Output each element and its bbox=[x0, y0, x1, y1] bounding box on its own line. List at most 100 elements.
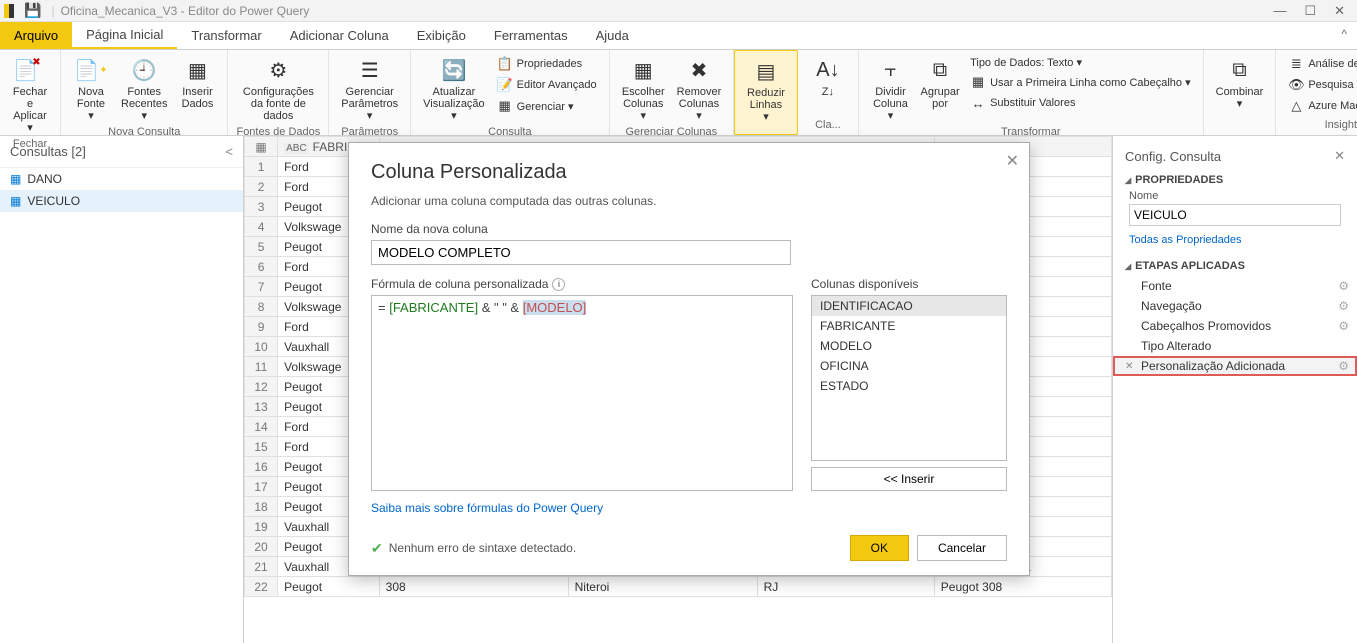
close-window-icon[interactable]: ✕ bbox=[1334, 3, 1345, 19]
steps-section-title: ETAPAS APLICADAS bbox=[1113, 254, 1357, 276]
table-icon: ▦ bbox=[10, 194, 21, 208]
applied-step[interactable]: Tipo Alterado bbox=[1113, 336, 1357, 356]
text-analytics-button[interactable]: ≣Análise de Texto bbox=[1284, 54, 1357, 74]
combine-button[interactable]: ⧉ Combinar ▾ bbox=[1212, 54, 1268, 112]
learn-more-link[interactable]: Saiba mais sobre fórmulas do Power Query bbox=[371, 501, 1007, 515]
replace-values-button[interactable]: ↔Substituir Valores bbox=[966, 93, 1195, 113]
manage-icon: ▦ bbox=[497, 98, 513, 114]
vision-button[interactable]: 👁Pesquisa Visual bbox=[1284, 75, 1357, 95]
insert-data-button[interactable]: ▦ Inserir Dados bbox=[175, 54, 219, 112]
formula-input[interactable]: = [FABRICANTE] & " " & [MODELO] bbox=[371, 295, 793, 491]
cancel-button[interactable]: Cancelar bbox=[917, 535, 1007, 561]
applied-step[interactable]: Navegação⚙ bbox=[1113, 296, 1357, 316]
tab-view[interactable]: Exibição bbox=[403, 22, 480, 49]
tab-home[interactable]: Página Inicial bbox=[72, 22, 177, 49]
groupby-icon: ⧉ bbox=[926, 56, 954, 84]
tab-tools[interactable]: Ferramentas bbox=[480, 22, 582, 49]
minimize-icon[interactable]: — bbox=[1273, 3, 1286, 19]
dialog-description: Adicionar uma coluna computada das outra… bbox=[371, 194, 1007, 208]
available-column-item[interactable]: FABRICANTE bbox=[812, 316, 1006, 336]
available-columns-list[interactable]: IDENTIFICACAOFABRICANTEMODELOOFICINAESTA… bbox=[811, 295, 1007, 461]
remove-columns-button[interactable]: ✖ Remover Colunas ▾ bbox=[673, 54, 725, 124]
newcol-name-input[interactable] bbox=[371, 240, 791, 265]
group-by-button[interactable]: ⧉ Agrupar por bbox=[918, 54, 962, 112]
close-settings-icon[interactable]: ✕ bbox=[1334, 148, 1345, 164]
check-icon: ✔ bbox=[371, 540, 383, 557]
ribbon-collapse-icon[interactable]: ^ bbox=[1331, 22, 1357, 49]
properties-button[interactable]: 📋Propriedades bbox=[493, 54, 601, 74]
app-logo bbox=[4, 4, 14, 18]
query-settings-panel: Config. Consulta ✕ PROPRIEDADES Nome Tod… bbox=[1113, 136, 1357, 643]
queries-panel: Consultas [2] < ▦DANO▦VEICULO bbox=[0, 136, 244, 643]
dialog-title: Coluna Personalizada bbox=[371, 161, 1007, 184]
dialog-close-icon[interactable]: ✕ bbox=[1006, 151, 1019, 171]
applied-step[interactable]: Fonte⚙ bbox=[1113, 276, 1357, 296]
tab-file[interactable]: Arquivo bbox=[0, 22, 72, 49]
params-icon: ☰ bbox=[356, 56, 384, 84]
tab-transform[interactable]: Transformar bbox=[177, 22, 275, 49]
replace-icon: ↔ bbox=[970, 95, 986, 111]
refresh-preview-button[interactable]: 🔄 Atualizar Visualização ▾ bbox=[419, 54, 489, 124]
all-properties-link[interactable]: Todas as Propriedades bbox=[1113, 232, 1357, 254]
properties-icon: 📋 bbox=[497, 56, 513, 72]
combine-icon: ⧉ bbox=[1225, 56, 1253, 84]
name-label: Nome bbox=[1113, 190, 1357, 202]
first-row-header-button[interactable]: ▦Usar a Primeira Linha como Cabeçalho ▾ bbox=[966, 72, 1195, 92]
applied-step[interactable]: Cabeçalhos Promovidos⚙ bbox=[1113, 316, 1357, 336]
titlebar: 💾 | Oficina_Mecanica_V3 - Editor do Powe… bbox=[0, 0, 1357, 22]
query-item[interactable]: ▦VEICULO bbox=[0, 190, 243, 212]
menu-tabs: Arquivo Página Inicial Transformar Adici… bbox=[0, 22, 1357, 50]
step-settings-icon[interactable]: ⚙ bbox=[1338, 279, 1349, 293]
tab-help[interactable]: Ajuda bbox=[582, 22, 643, 49]
maximize-icon[interactable]: ☐ bbox=[1304, 3, 1316, 19]
available-column-item[interactable]: ESTADO bbox=[812, 376, 1006, 396]
new-source-icon: 📄✦ bbox=[77, 56, 105, 84]
choose-columns-button[interactable]: ▦ Escolher Colunas ▾ bbox=[618, 54, 669, 124]
step-settings-icon[interactable]: ⚙ bbox=[1338, 299, 1349, 313]
close-apply-icon: 📄✖ bbox=[16, 56, 44, 84]
datatype-button[interactable]: Tipo de Dados: Texto ▾ bbox=[966, 54, 1195, 71]
azure-ml-button[interactable]: △Azure Machine Learning bbox=[1284, 96, 1357, 116]
manage-button[interactable]: ▦Gerenciar ▾ bbox=[493, 96, 601, 116]
recent-icon: 🕘 bbox=[130, 56, 158, 84]
step-settings-icon[interactable]: ⚙ bbox=[1338, 359, 1349, 373]
delete-step-icon[interactable]: ✕ bbox=[1125, 361, 1133, 372]
remove-cols-icon: ✖ bbox=[685, 56, 713, 84]
query-item[interactable]: ▦DANO bbox=[0, 168, 243, 190]
advanced-editor-button[interactable]: 📝Editor Avançado bbox=[493, 75, 601, 95]
group-sort-label: Cla... bbox=[806, 117, 850, 133]
ok-button[interactable]: OK bbox=[850, 535, 909, 561]
collapse-icon[interactable]: < bbox=[225, 144, 233, 159]
applied-step[interactable]: ✕Personalização Adicionada⚙ bbox=[1113, 356, 1357, 376]
reduce-rows-button[interactable]: ▤ Reduzir Linhas ▾ bbox=[743, 55, 789, 125]
separator: | bbox=[51, 4, 54, 18]
corner-cell[interactable]: ▦ bbox=[245, 137, 278, 157]
formula-label: Fórmula de coluna personalizadai bbox=[371, 277, 793, 291]
properties-section-title: PROPRIEDADES bbox=[1113, 168, 1357, 190]
insert-column-button[interactable]: << Inserir bbox=[811, 467, 1007, 491]
editor-icon: 📝 bbox=[497, 77, 513, 93]
sort-button[interactable]: A↓ Z↓ bbox=[806, 54, 850, 100]
azure-ml-icon: △ bbox=[1288, 98, 1304, 114]
split-column-button[interactable]: ⫟ Dividir Coluna ▾ bbox=[867, 54, 914, 124]
save-icon[interactable]: 💾 bbox=[24, 2, 41, 19]
available-column-item[interactable]: IDENTIFICACAO bbox=[812, 296, 1006, 316]
datasource-settings-button[interactable]: ⚙ Configurações da fonte de dados bbox=[236, 54, 320, 124]
available-column-item[interactable]: MODELO bbox=[812, 336, 1006, 356]
query-name-input[interactable] bbox=[1129, 204, 1341, 226]
table-row[interactable]: 22Peugot308NiteroiRJPeugot 308 bbox=[245, 577, 1112, 597]
close-apply-button[interactable]: 📄✖ Fechar e Aplicar ▾ bbox=[8, 54, 52, 136]
window-title: Oficina_Mecanica_V3 - Editor do Power Qu… bbox=[61, 4, 310, 18]
step-settings-icon[interactable]: ⚙ bbox=[1338, 319, 1349, 333]
manage-params-button[interactable]: ☰ Gerenciar Parâmetros ▾ bbox=[337, 54, 402, 124]
group-ai-label: Insights da IA bbox=[1284, 117, 1357, 133]
tab-add-column[interactable]: Adicionar Coluna bbox=[276, 22, 403, 49]
custom-column-dialog: ✕ Coluna Personalizada Adicionar uma col… bbox=[348, 142, 1030, 576]
ribbon: 📄✖ Fechar e Aplicar ▾ Fechar 📄✦ Nova Fon… bbox=[0, 50, 1357, 136]
available-column-item[interactable]: OFICINA bbox=[812, 356, 1006, 376]
new-source-button[interactable]: 📄✦ Nova Fonte ▾ bbox=[69, 54, 113, 124]
gear-icon: ⚙ bbox=[264, 56, 292, 84]
available-cols-label: Colunas disponíveis bbox=[811, 277, 1007, 291]
info-icon[interactable]: i bbox=[552, 278, 565, 291]
recent-sources-button[interactable]: 🕘 Fontes Recentes ▾ bbox=[117, 54, 171, 124]
